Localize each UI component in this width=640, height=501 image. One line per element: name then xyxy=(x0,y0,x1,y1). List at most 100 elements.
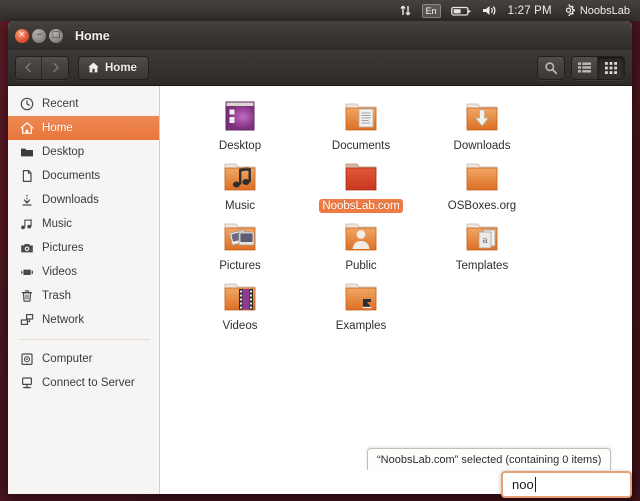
forward-button[interactable] xyxy=(42,56,68,79)
file-label: Desktop xyxy=(218,140,262,152)
file-label: Pictures xyxy=(219,260,261,272)
folder-symlink-icon xyxy=(337,278,385,318)
search-input-value: noo xyxy=(512,477,534,492)
status-bar: “NoobsLab.com” selected (containing 0 it… xyxy=(367,448,612,470)
list-view-button[interactable] xyxy=(572,56,598,79)
file-item[interactable]: a Templates xyxy=(422,218,542,278)
file-item[interactable]: Music xyxy=(180,158,300,218)
camera-icon xyxy=(19,241,34,256)
sidebar-label: Network xyxy=(42,314,85,326)
sidebar-item-desktop[interactable]: Desktop xyxy=(8,140,159,164)
sidebar-item-downloads[interactable]: Downloads xyxy=(8,188,159,212)
folder-downloads-icon xyxy=(458,98,506,138)
sidebar-item-videos[interactable]: Videos xyxy=(8,260,159,284)
folder-icon xyxy=(19,145,34,160)
view-mode-group xyxy=(571,55,625,80)
sidebar-item-pictures[interactable]: Pictures xyxy=(8,236,159,260)
sidebar-item-connect-to-server[interactable]: Connect to Server xyxy=(8,371,159,395)
clock-indicator[interactable]: 1:27 PM xyxy=(503,0,557,21)
sidebar-label: Connect to Server xyxy=(42,377,135,389)
folder-templates-icon: a xyxy=(458,218,506,258)
breadcrumb-item-home[interactable]: Home xyxy=(78,55,149,80)
icon-grid: Desktop Documents Downloads Music NoobsL… xyxy=(180,98,632,338)
sidebar-label: Trash xyxy=(42,290,71,302)
grid-view-icon xyxy=(605,61,617,74)
sidebar-item-trash[interactable]: Trash xyxy=(8,284,159,308)
folder-icon xyxy=(458,158,506,198)
breadcrumb-label: Home xyxy=(105,61,137,74)
sidebar-item-network[interactable]: Network xyxy=(8,308,159,332)
close-button[interactable]: × xyxy=(15,28,29,43)
sidebar-item-music[interactable]: Music xyxy=(8,212,159,236)
toolbar-right-group xyxy=(537,55,625,80)
file-label: Templates xyxy=(455,260,509,272)
file-item[interactable]: Pictures xyxy=(180,218,300,278)
battery-indicator[interactable] xyxy=(446,0,477,21)
server-icon xyxy=(19,376,34,391)
file-item[interactable]: Desktop xyxy=(180,98,300,158)
sidebar-label: Pictures xyxy=(42,242,84,254)
folder-pictures-icon xyxy=(216,218,264,258)
file-label: Videos xyxy=(222,320,258,332)
type-ahead-search-input[interactable]: noo xyxy=(501,471,632,498)
sidebar-divider xyxy=(19,339,150,340)
window-body: Recent Home Desktop Documents Downloads … xyxy=(8,86,632,494)
text-caret xyxy=(534,477,536,492)
file-label: Public xyxy=(345,260,377,272)
keyboard-layout-label: En xyxy=(421,3,441,18)
home-icon xyxy=(87,61,100,74)
network-indicator[interactable] xyxy=(394,0,417,21)
folder-videos-icon xyxy=(216,278,264,318)
sidebar-label: Recent xyxy=(42,98,79,110)
computer-icon xyxy=(19,352,34,367)
folder-icon xyxy=(337,158,385,198)
file-label: OSBoxes.org xyxy=(447,200,517,212)
volume-indicator[interactable] xyxy=(477,0,503,21)
folder-public-icon xyxy=(337,218,385,258)
document-icon xyxy=(19,169,34,184)
sidebar-item-documents[interactable]: Documents xyxy=(8,164,159,188)
file-item[interactable]: Videos xyxy=(180,278,300,338)
home-icon xyxy=(19,121,34,136)
sidebar-label: Videos xyxy=(42,266,77,278)
back-button[interactable] xyxy=(16,56,42,79)
file-item[interactable]: OSBoxes.org xyxy=(422,158,542,218)
search-button[interactable] xyxy=(538,56,564,79)
sidebar-item-computer[interactable]: Computer xyxy=(8,347,159,371)
toolbar: Home xyxy=(8,50,632,86)
file-list-area[interactable]: Desktop Documents Downloads Music NoobsL… xyxy=(160,86,632,494)
maximize-button[interactable]: □ xyxy=(49,28,63,43)
sidebar-label: Music xyxy=(42,218,73,230)
search-group xyxy=(537,55,565,80)
window-titlebar[interactable]: × − □ Home xyxy=(8,21,632,50)
sidebar-label: Home xyxy=(42,122,73,134)
file-label: Music xyxy=(224,200,256,212)
file-label: Examples xyxy=(335,320,387,332)
sidebar-item-home[interactable]: Home xyxy=(8,116,159,140)
file-manager-window: × − □ Home Home Recent Home Desktop Docu… xyxy=(8,21,632,494)
file-item[interactable]: Examples xyxy=(301,278,421,338)
file-label: Documents xyxy=(331,140,391,152)
unity-top-panel: En 1:27 PM NoobsLab xyxy=(0,0,640,21)
file-item[interactable]: Documents xyxy=(301,98,421,158)
window-title: Home xyxy=(75,28,110,43)
network-up-down-icon xyxy=(399,4,412,17)
file-item-selected[interactable]: NoobsLab.com xyxy=(301,158,421,218)
breadcrumb: Home xyxy=(78,55,149,80)
sidebar-label: Desktop xyxy=(42,146,85,158)
keyboard-layout-indicator[interactable]: En xyxy=(417,0,446,21)
file-label: Downloads xyxy=(453,140,511,152)
music-icon xyxy=(19,217,34,232)
file-item[interactable]: Downloads xyxy=(422,98,542,158)
file-label: NoobsLab.com xyxy=(319,199,403,213)
session-menu[interactable]: NoobsLab xyxy=(557,0,635,21)
folder-documents-icon xyxy=(337,98,385,138)
username-label: NoobsLab xyxy=(579,4,630,17)
desktop-window-icon xyxy=(216,98,264,138)
sidebar-item-recent[interactable]: Recent xyxy=(8,92,159,116)
minimize-button[interactable]: − xyxy=(32,28,46,43)
grid-view-button[interactable] xyxy=(598,56,624,79)
clock-icon xyxy=(19,97,34,112)
file-item[interactable]: Public xyxy=(301,218,421,278)
svg-text:a: a xyxy=(482,236,488,246)
